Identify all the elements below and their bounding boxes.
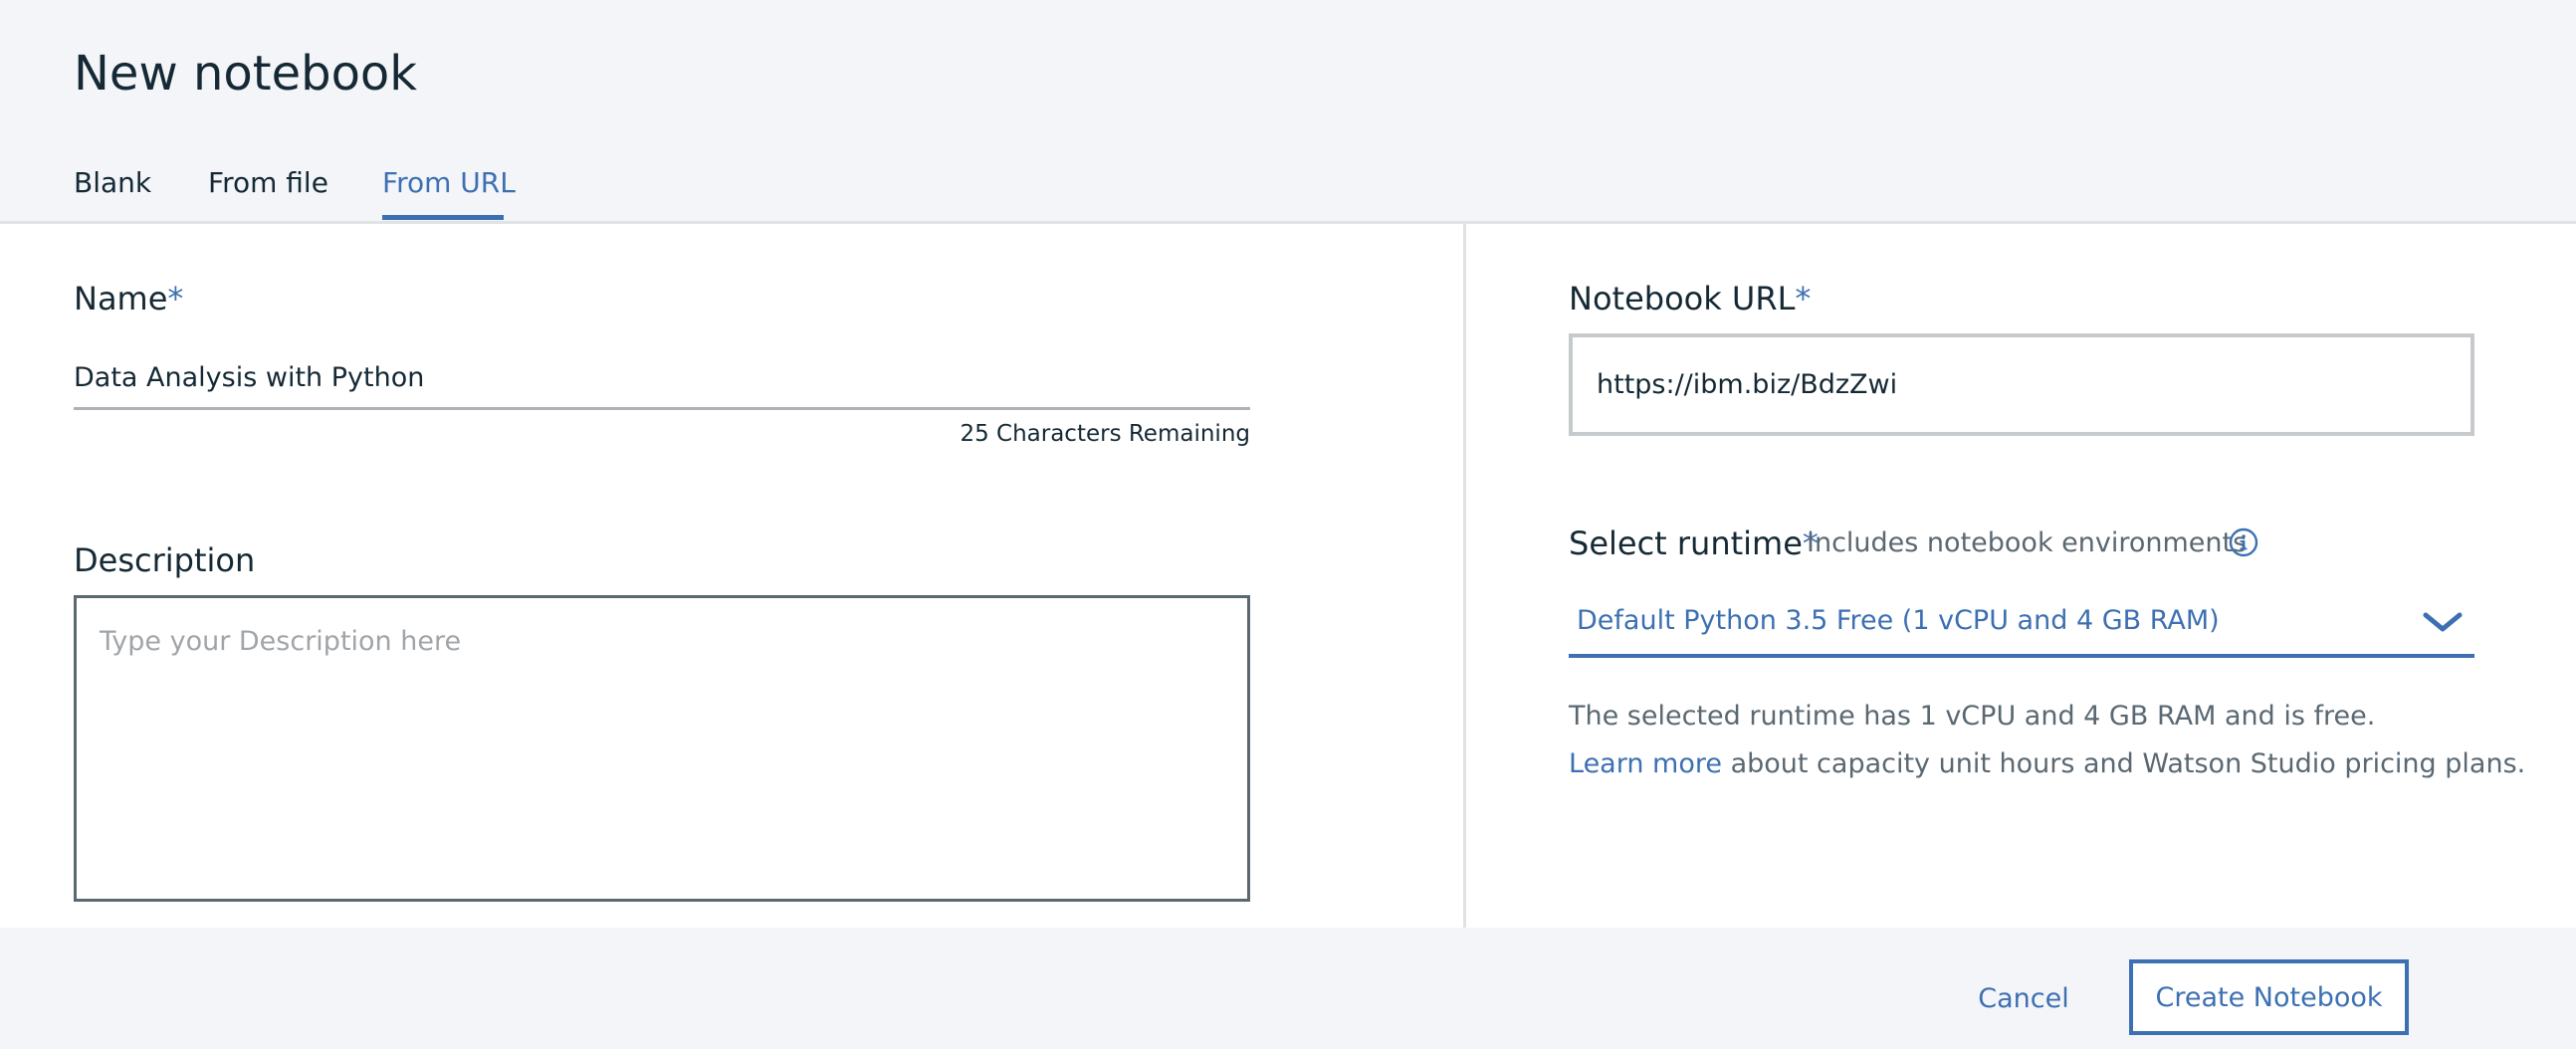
description-textarea[interactable] [74, 595, 1250, 902]
tab-from-url[interactable]: From URL [382, 169, 516, 197]
name-input[interactable] [74, 348, 1250, 410]
runtime-label-text: Select runtime [1569, 524, 1803, 562]
column-divider [1463, 224, 1466, 931]
notebook-url-input[interactable] [1569, 333, 2474, 436]
create-notebook-button[interactable]: Create Notebook [2129, 959, 2409, 1035]
runtime-selected-value: Default Python 3.5 Free (1 vCPU and 4 GB… [1577, 605, 2220, 636]
dialog-header: New notebook Blank From file From URL [0, 0, 2576, 224]
characters-remaining: 25 Characters Remaining [960, 421, 1250, 447]
runtime-label: Select runtime* [1569, 527, 1819, 559]
learn-more-line: Learn more about capacity unit hours and… [1569, 750, 2525, 777]
learn-more-description: about capacity unit hours and Watson Stu… [1721, 748, 2526, 779]
cancel-button[interactable]: Cancel [1957, 961, 2090, 1035]
tab-blank[interactable]: Blank [74, 169, 151, 197]
tab-from-file[interactable]: From file [208, 169, 328, 197]
page-title: New notebook [74, 46, 418, 102]
notebook-url-label: Notebook URL* [1569, 283, 1811, 315]
chevron-down-icon [2423, 612, 2463, 632]
required-marker: * [1795, 280, 1812, 317]
name-label: Name* [74, 283, 183, 315]
runtime-sublabel: Includes notebook environments [1807, 527, 2248, 558]
info-icon[interactable] [2229, 527, 2258, 557]
notebook-url-label-text: Notebook URL [1569, 280, 1796, 317]
name-label-text: Name [74, 280, 168, 317]
active-tab-indicator [382, 215, 504, 220]
description-label: Description [74, 541, 256, 579]
required-marker: * [167, 280, 184, 317]
learn-more-link[interactable]: Learn more [1569, 748, 1722, 779]
runtime-info-text: The selected runtime has 1 vCPU and 4 GB… [1569, 701, 2376, 732]
runtime-select[interactable]: Default Python 3.5 Free (1 vCPU and 4 GB… [1569, 593, 2474, 658]
